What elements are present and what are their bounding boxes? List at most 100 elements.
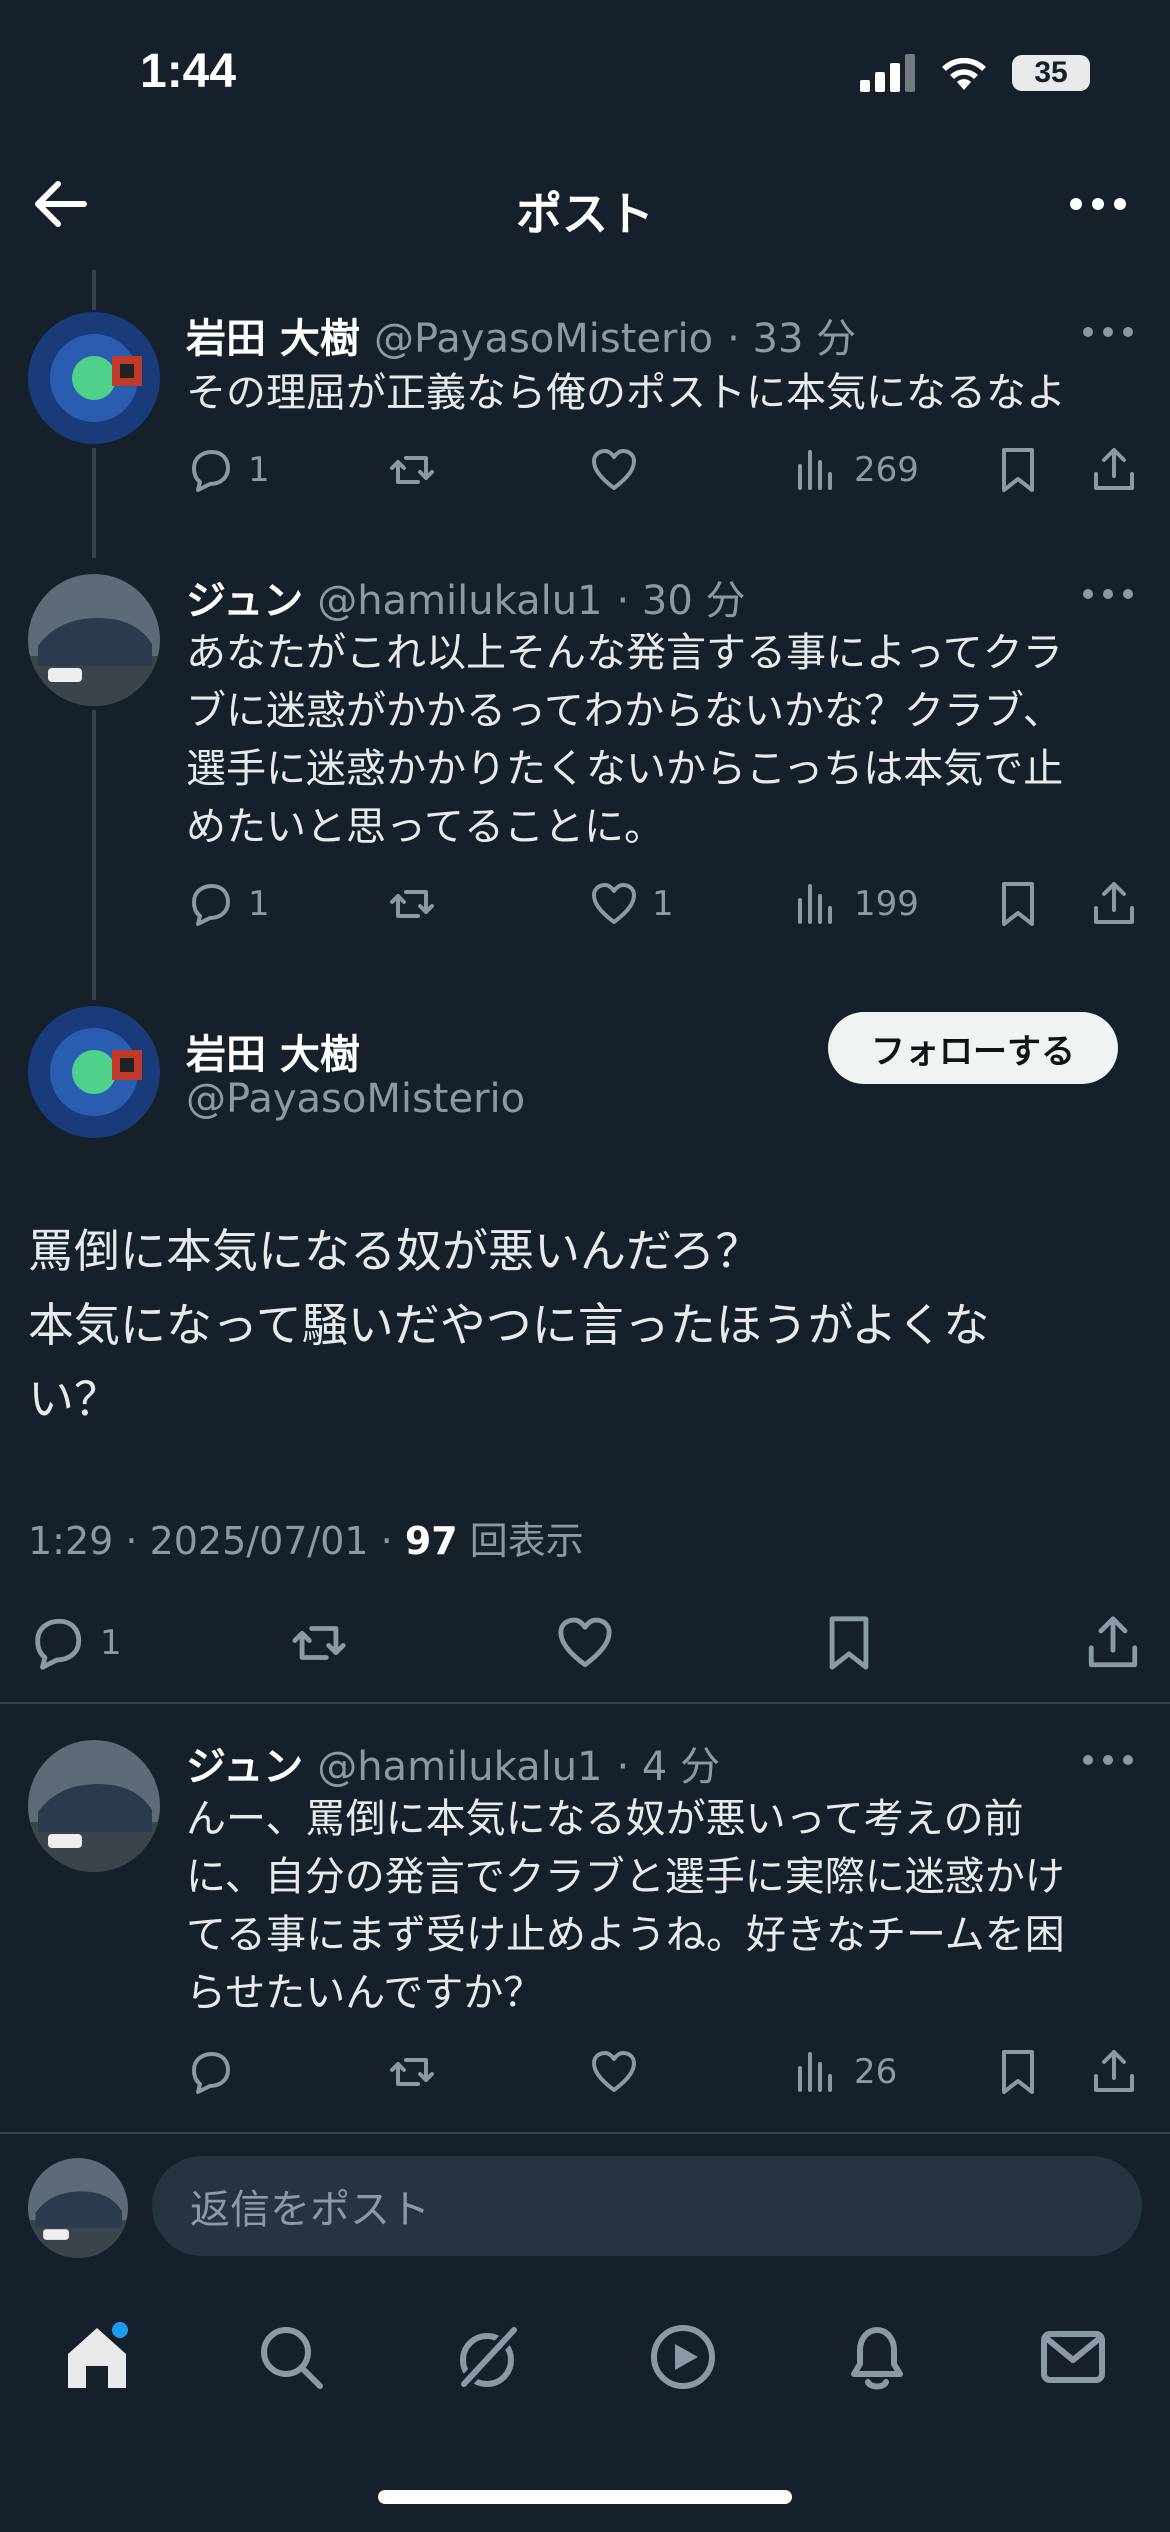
status-icons: 35 bbox=[860, 54, 1090, 92]
battery-icon: 35 bbox=[1012, 55, 1090, 91]
views-icon bbox=[798, 2052, 832, 2092]
share-icon[interactable] bbox=[1090, 2048, 1138, 2096]
reply-button[interactable]: 1 bbox=[28, 1614, 122, 1672]
thread-line bbox=[92, 710, 96, 1000]
tweet-more-icon[interactable] bbox=[1080, 1750, 1136, 1770]
text-line: 本気になって騒いだやつに言ったほうがよくな bbox=[28, 1298, 990, 1352]
share-icon[interactable] bbox=[1084, 1614, 1142, 1672]
bookmark-icon[interactable] bbox=[994, 2048, 1042, 2096]
author-handle[interactable]: @PayasoMisterio bbox=[186, 1076, 525, 1122]
reply-icon bbox=[192, 884, 230, 926]
repost-icon bbox=[390, 456, 434, 484]
post-time: · 4 分 bbox=[616, 1744, 721, 1790]
avatar[interactable] bbox=[28, 312, 160, 444]
follow-button[interactable]: フォローする bbox=[828, 1012, 1118, 1084]
page-title: ポスト bbox=[516, 187, 654, 241]
my-avatar[interactable] bbox=[28, 2158, 128, 2258]
heart-icon bbox=[592, 883, 636, 924]
heart-icon[interactable] bbox=[590, 2048, 638, 2096]
views-button[interactable]: 199 bbox=[792, 880, 919, 928]
tweet-header: 岩田 大樹 @PayasoMisterio · 33 分 bbox=[186, 306, 856, 364]
author-handle[interactable]: @PayasoMisterio bbox=[374, 316, 713, 362]
tweet-header: ジュン @hamilukalu1 · 30 分 bbox=[186, 568, 746, 626]
repost-icon[interactable] bbox=[388, 2048, 436, 2096]
post-time: · 33 分 bbox=[727, 316, 857, 362]
reply-count: 1 bbox=[100, 1623, 122, 1663]
text-line: い？ bbox=[28, 1372, 120, 1426]
video-icon[interactable] bbox=[646, 2320, 720, 2394]
views-count: 26 bbox=[854, 2052, 898, 2092]
heart-icon bbox=[592, 449, 636, 490]
heart-icon[interactable] bbox=[556, 1614, 614, 1672]
status-time: 1:44 bbox=[140, 45, 237, 98]
text-line: らせたいんですか？ bbox=[186, 1970, 544, 2016]
avatar[interactable] bbox=[28, 1006, 160, 1138]
home-icon[interactable] bbox=[60, 2320, 134, 2394]
thread-line bbox=[92, 270, 96, 310]
text-line: んー、罵倒に本気になる奴が悪いって考えの前 bbox=[186, 1796, 1024, 1842]
author-name[interactable]: ジュン bbox=[186, 568, 303, 626]
share-icon[interactable] bbox=[1090, 880, 1138, 928]
reply-button[interactable]: 1 bbox=[186, 446, 270, 494]
avatar[interactable] bbox=[28, 574, 160, 706]
tweet-more-icon[interactable] bbox=[1080, 584, 1136, 604]
post-text: 罵倒に本気になる奴が悪いんだろ？ 本気になって騒いだやつに言ったほうがよくな い… bbox=[28, 1214, 1048, 1436]
divider bbox=[0, 1702, 1170, 1704]
notifications-icon[interactable] bbox=[840, 2320, 914, 2394]
tweet-header: ジュン @hamilukalu1 · 4 分 bbox=[186, 1734, 720, 1792]
repost-icon[interactable] bbox=[290, 1614, 348, 1672]
text-line: に、自分の発言でクラブと選手に実際に迷惑かけ bbox=[186, 1854, 1065, 1900]
views-button[interactable]: 269 bbox=[792, 446, 919, 494]
search-icon[interactable] bbox=[254, 2320, 328, 2394]
views-icon bbox=[798, 450, 832, 490]
bookmark-icon[interactable] bbox=[994, 880, 1042, 928]
bookmark-icon[interactable] bbox=[994, 446, 1042, 494]
view-count[interactable]: 97 bbox=[405, 1519, 458, 1563]
tweet-text: その理屈が正義なら俺のポストに本気になるなよ bbox=[186, 370, 1066, 416]
tweet-text: あなたがこれ以上そんな発言する事によってクラ ブに迷惑がかかるってわからないかな… bbox=[186, 624, 1146, 856]
author-name[interactable]: 岩田 大樹 bbox=[186, 306, 360, 364]
post-time: · 30 分 bbox=[616, 578, 746, 624]
reply-count: 1 bbox=[248, 450, 270, 490]
text-line: 選手に迷惑かかりたくないからこっちは本気で止 bbox=[186, 746, 1064, 792]
views-count: 199 bbox=[854, 884, 919, 924]
text-line: てる事にまず受け止めようね。好きなチームを困 bbox=[186, 1912, 1065, 1958]
share-icon[interactable] bbox=[1090, 446, 1138, 494]
repost-button[interactable] bbox=[388, 446, 436, 494]
author-name[interactable]: ジュン bbox=[186, 1734, 303, 1792]
messages-icon[interactable] bbox=[1036, 2320, 1110, 2394]
author-name[interactable]: 岩田 大樹 bbox=[186, 1022, 360, 1080]
divider bbox=[0, 2132, 1170, 2134]
signal-icon bbox=[860, 54, 915, 92]
grok-icon[interactable] bbox=[450, 2320, 524, 2394]
text-line: あなたがこれ以上そんな発言する事によってクラ bbox=[186, 630, 1063, 676]
views-count: 269 bbox=[854, 450, 919, 490]
post-timestamp: 1:29 · 2025/07/01 · bbox=[28, 1519, 405, 1563]
views-label: 回表示 bbox=[457, 1519, 584, 1563]
reply-icon bbox=[192, 450, 230, 492]
views-button[interactable]: 26 bbox=[792, 2048, 897, 2096]
more-options-icon[interactable] bbox=[1066, 184, 1130, 224]
text-line: めたいと思ってることに。 bbox=[186, 804, 664, 850]
author-handle[interactable]: @hamilukalu1 bbox=[317, 578, 602, 624]
thread-line bbox=[92, 448, 96, 558]
author-handle[interactable]: @hamilukalu1 bbox=[317, 1744, 602, 1790]
reply-button[interactable]: 1 bbox=[186, 880, 270, 928]
reply-icon bbox=[35, 1618, 82, 1670]
text-line: ブに迷惑がかかるってわからないかな？クラブ、 bbox=[186, 688, 1063, 734]
avatar[interactable] bbox=[28, 1740, 160, 1872]
home-indicator[interactable] bbox=[378, 2490, 792, 2504]
repost-button[interactable] bbox=[388, 880, 436, 928]
tweet-more-icon[interactable] bbox=[1080, 322, 1136, 342]
like-button[interactable]: 1 bbox=[590, 880, 674, 928]
post-meta: 1:29 · 2025/07/01 · 97 回表示 bbox=[28, 1510, 584, 1565]
reply-icon[interactable] bbox=[186, 2048, 234, 2096]
tweet-text: んー、罵倒に本気になる奴が悪いって考えの前 に、自分の発言でクラブと選手に実際に… bbox=[186, 1790, 1146, 2022]
wifi-icon bbox=[942, 57, 986, 90]
like-button[interactable] bbox=[590, 446, 638, 494]
text-line: 罵倒に本気になる奴が悪いんだろ？ bbox=[28, 1224, 762, 1278]
repost-icon bbox=[390, 890, 434, 918]
bookmark-icon[interactable] bbox=[820, 1614, 878, 1672]
reply-input[interactable]: 返信をポスト bbox=[152, 2156, 1142, 2256]
reply-count: 1 bbox=[248, 884, 270, 924]
